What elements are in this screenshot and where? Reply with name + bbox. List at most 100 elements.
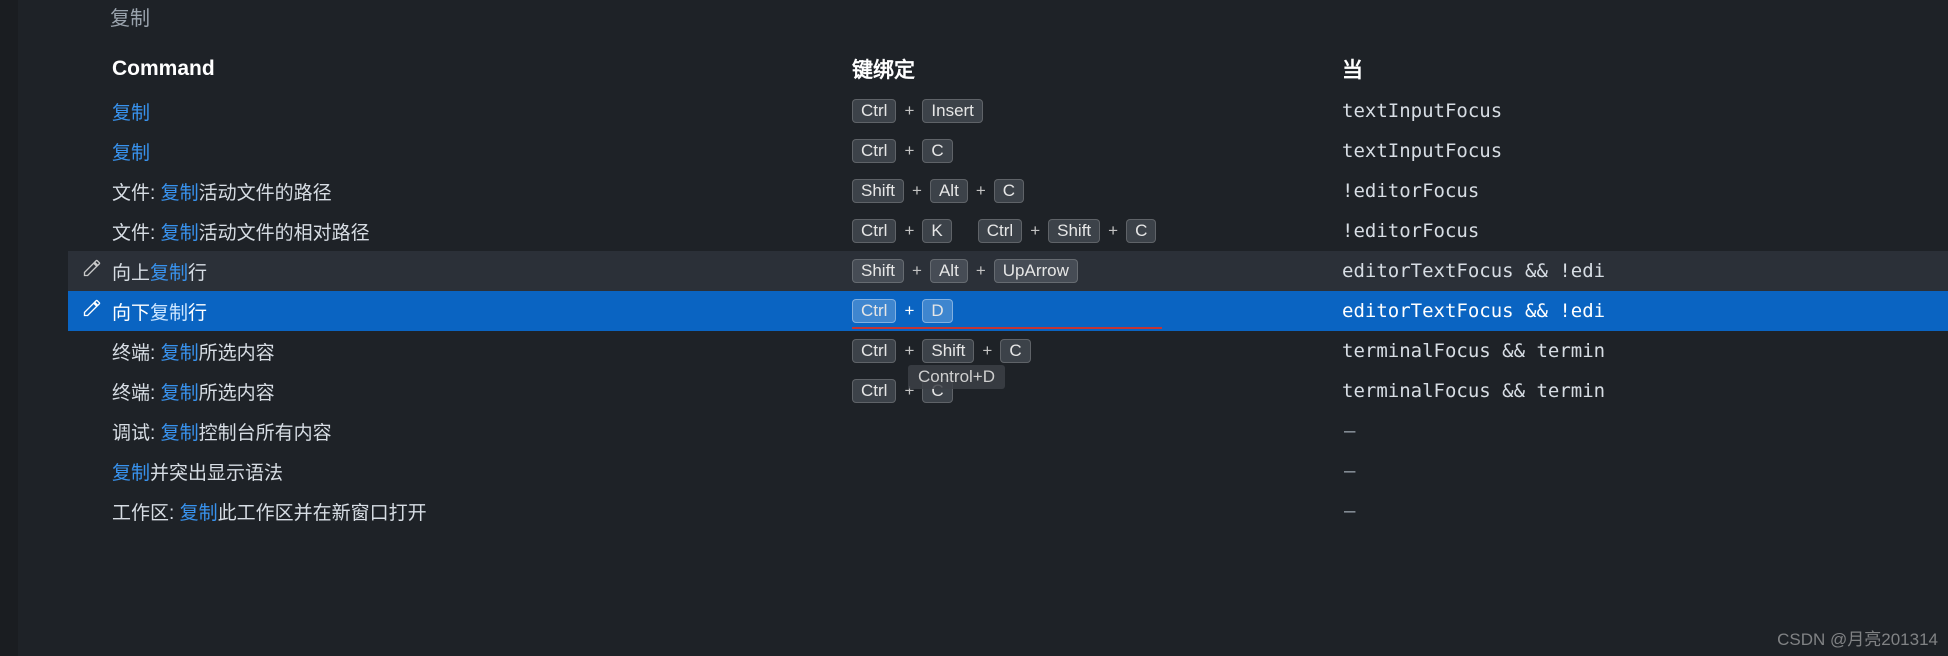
keycap: Shift (852, 179, 904, 203)
when-cell: — (1342, 460, 1948, 482)
plus-separator: + (904, 381, 914, 401)
when-cell: !editorFocus (1342, 220, 1948, 242)
when-cell: terminalFocus && termin (1342, 380, 1948, 402)
command-cell: 向上复制行 (112, 258, 852, 285)
activity-bar-strip (0, 0, 18, 656)
keybinding-cell: Ctrl+C (852, 379, 1342, 403)
header-when[interactable]: 当 (1342, 54, 1948, 84)
table-row[interactable]: 终端: 复制所选内容Ctrl+Shift+CControl+DterminalF… (68, 331, 1948, 371)
highlight-fragment: 复制 (161, 423, 199, 444)
keycap: C (1000, 339, 1030, 363)
command-cell: 文件: 复制活动文件的相对路径 (112, 218, 852, 245)
command-cell: 向下复制行 (112, 298, 852, 325)
text-fragment: 控制台所有内容 (199, 423, 332, 444)
table-row[interactable]: 复制Ctrl+InserttextInputFocus (68, 91, 1948, 131)
highlight-fragment: 复制 (150, 263, 188, 284)
keyboard-shortcuts-panel: 复制 Command 键绑定 当 复制 Ctrl + Insert textInputF… (18, 0, 1948, 531)
keycap: Ctrl (978, 219, 1022, 243)
table-row[interactable]: 复制Ctrl+CtextInputFocus (68, 131, 1948, 171)
text-fragment: 向下 (112, 303, 150, 324)
command-cell: 复制 (112, 98, 852, 125)
plus-separator: + (904, 301, 914, 321)
annotation-underline (852, 327, 1162, 329)
command-cell: 终端: 复制所选内容 (112, 378, 852, 405)
empty-dash: — (1342, 420, 1355, 442)
keycap: Ctrl (852, 379, 896, 403)
table-header-row: Command 键绑定 当 (68, 49, 1948, 89)
header-command[interactable]: Command (112, 57, 852, 81)
table-row[interactable]: 终端: 复制所选内容Ctrl+CterminalFocus && termin (68, 371, 1948, 411)
table-row[interactable]: 向下复制行Ctrl+DeditorTextFocus && !edi (68, 291, 1948, 331)
keycap: C (922, 139, 952, 163)
command-cell: 复制并突出显示语法 (112, 458, 852, 485)
edit-indicator[interactable] (72, 298, 112, 324)
text-fragment: 行 (188, 303, 207, 324)
text-fragment: 所选内容 (199, 383, 275, 404)
table-row[interactable]: 文件: 复制活动文件的相对路径Ctrl+KCtrl+Shift+C!editor… (68, 211, 1948, 251)
highlight-fragment: 复制 (112, 463, 150, 484)
text-fragment: 活动文件的相对路径 (199, 223, 370, 244)
keycap: Insert (922, 99, 983, 123)
command-cell: 文件: 复制活动文件的路径 (112, 178, 852, 205)
keycap: C (994, 179, 1024, 203)
when-cell: — (1342, 420, 1948, 442)
highlight-fragment: 复制 (161, 183, 199, 204)
keybinding-cell: Ctrl+Shift+CControl+D (852, 339, 1342, 363)
keycap: Ctrl (852, 139, 896, 163)
text-fragment: 行 (188, 263, 207, 284)
search-term-label: 复制 (68, 0, 1948, 49)
when-cell: textInputFocus (1342, 100, 1948, 122)
text-fragment: 文件: (112, 183, 161, 204)
keycap: UpArrow (994, 259, 1078, 283)
highlight-fragment: 复制 (161, 223, 199, 244)
text-fragment: 向上 (112, 263, 150, 284)
when-cell: editorTextFocus && !edi (1342, 300, 1948, 322)
shortcuts-table: Command 键绑定 当 复制 Ctrl + Insert textInputFocu… (68, 49, 1948, 531)
edit-indicator[interactable] (72, 258, 112, 284)
header-keybinding[interactable]: 键绑定 (852, 54, 1342, 84)
text-fragment: 文件: (112, 223, 161, 244)
keycap: K (922, 219, 951, 243)
text-fragment: 终端: (112, 383, 161, 404)
plus-separator: + (982, 341, 992, 361)
table-row[interactable]: 向上复制行Shift+Alt+UpArroweditorTextFocus &&… (68, 251, 1948, 291)
plus-separator: + (912, 261, 922, 281)
keycap: D (922, 299, 952, 323)
pencil-icon[interactable] (82, 298, 102, 324)
text-fragment: 所选内容 (199, 343, 275, 364)
when-cell: terminalFocus && termin (1342, 340, 1948, 362)
pencil-icon[interactable] (82, 258, 102, 284)
table-row[interactable]: 工作区: 复制此工作区并在新窗口打开 — (68, 491, 1948, 531)
keybinding-cell: Ctrl+KCtrl+Shift+C (852, 219, 1342, 243)
plus-separator: + (904, 141, 914, 161)
highlight-fragment: 复制 (112, 103, 150, 124)
keycap: Shift (852, 259, 904, 283)
plus-separator: + (912, 181, 922, 201)
plus-separator: + (904, 341, 914, 361)
keybinding-cell: Ctrl + C (852, 139, 1342, 163)
when-cell: !editorFocus (1342, 180, 1948, 202)
command-cell: 调试: 复制控制台所有内容 (112, 418, 852, 445)
text-fragment: 工作区: (112, 503, 180, 524)
empty-dash: — (1342, 500, 1355, 522)
plus-separator: + (976, 181, 986, 201)
plus-separator: + (976, 261, 986, 281)
keycap: Alt (930, 259, 968, 283)
text-fragment: 此工作区并在新窗口打开 (218, 503, 427, 524)
watermark: CSDN @月亮201314 (1777, 625, 1938, 650)
text-fragment: 并突出显示语法 (150, 463, 283, 484)
keycap: Alt (930, 179, 968, 203)
table-row[interactable]: 调试: 复制控制台所有内容 — (68, 411, 1948, 451)
highlight-fragment: 复制 (161, 383, 199, 404)
when-cell: — (1342, 500, 1948, 522)
keycap: Ctrl (852, 219, 896, 243)
plus-separator: + (1108, 221, 1118, 241)
keycap: C (1126, 219, 1156, 243)
highlight-fragment: 复制 (112, 143, 150, 164)
command-cell: 工作区: 复制此工作区并在新窗口打开 (112, 498, 852, 525)
table-row[interactable]: 复制并突出显示语法 — (68, 451, 1948, 491)
text-fragment: 调试: (112, 423, 161, 444)
table-row[interactable]: 文件: 复制活动文件的路径Shift + Alt + C !editorFocus (68, 171, 1948, 211)
keycap: Ctrl (852, 99, 896, 123)
when-cell: editorTextFocus && !edi (1342, 260, 1948, 282)
